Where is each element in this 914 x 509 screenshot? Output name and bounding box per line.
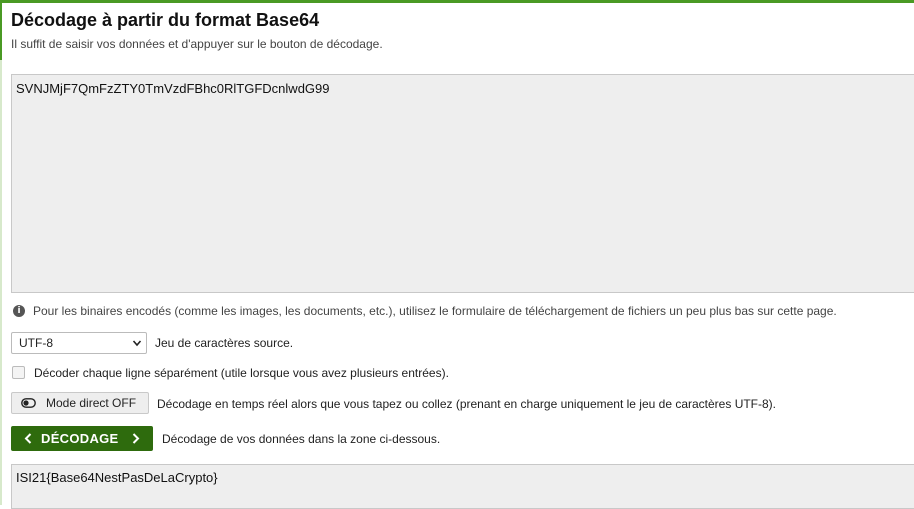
chevron-down-icon [132,340,142,347]
top-accent-bar [0,0,914,3]
line-by-line-checkbox[interactable] [12,366,25,379]
info-icon: i [13,305,25,317]
page-subtitle: Il suffit de saisir vos données et d'app… [11,37,383,51]
page-title: Décodage à partir du format Base64 [11,10,320,30]
live-mode-toggle-button[interactable]: Mode direct OFF [11,392,149,414]
charset-label: Jeu de caractères source. [155,336,294,350]
decode-button-label: DÉCODAGE [41,431,119,446]
decode-button[interactable]: DÉCODAGE [11,426,153,451]
chevron-right-icon [132,433,140,444]
live-mode-description: Décodage en temps réel alors que vous ta… [157,397,777,411]
output-value: ISI21{Base64NestPasDeLaCrypto} [16,470,218,485]
info-note: i Pour les binaires encodés (comme les i… [13,304,837,318]
line-by-line-label[interactable]: Décoder chaque ligne séparément (utile l… [34,366,449,380]
decode-description: Décodage de vos données dans la zone ci-… [162,432,441,446]
info-text: Pour les binaires encodés (comme les ima… [33,304,837,318]
input-value: SVNJMjF7QmFzZTY0TmVzdFBhc0RlTGFDcnlwdG99 [16,81,330,96]
decoded-output-textarea[interactable]: ISI21{Base64NestPasDeLaCrypto} [11,464,914,509]
chevron-left-icon [24,433,32,444]
base64-input-textarea[interactable]: SVNJMjF7QmFzZTY0TmVzdFBhc0RlTGFDcnlwdG99 [11,74,914,293]
charset-select[interactable]: UTF-8 [11,332,147,354]
live-mode-button-label: Mode direct OFF [46,396,137,410]
toggle-off-icon [21,398,36,408]
left-accent-bar [0,0,2,505]
charset-selected-value: UTF-8 [19,336,53,350]
